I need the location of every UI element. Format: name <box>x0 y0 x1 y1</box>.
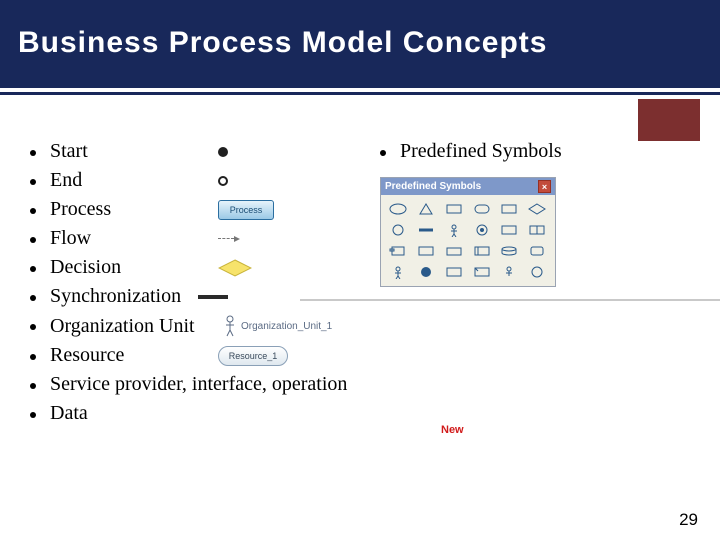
palette-item[interactable] <box>470 263 494 281</box>
list-item: Start <box>30 140 690 163</box>
bullet-icon <box>30 179 36 185</box>
bullet-icon <box>30 266 36 272</box>
list-item: End <box>30 169 690 192</box>
list-item: Synchronization <box>30 285 690 308</box>
new-label: New <box>441 424 464 436</box>
concept-label: End <box>50 169 210 192</box>
concept-label: Start <box>50 140 210 163</box>
bullet-icon <box>30 412 36 418</box>
palette-item[interactable] <box>525 242 549 260</box>
bullet-icon <box>30 237 36 243</box>
concept-list: Start End Process Process Flow Decision <box>30 140 690 431</box>
close-icon[interactable]: × <box>538 180 551 193</box>
palette-item[interactable] <box>414 221 438 239</box>
palette-item[interactable] <box>442 200 466 218</box>
palette-item[interactable] <box>497 263 521 281</box>
list-item: Decision <box>30 256 690 279</box>
palette-item[interactable] <box>414 263 438 281</box>
concept-label: Flow <box>50 227 210 250</box>
bullet-icon <box>30 383 36 389</box>
palette-grid <box>381 195 555 286</box>
palette-item[interactable] <box>525 221 549 239</box>
start-icon <box>218 147 228 157</box>
org-unit-label: Organization_Unit_1 <box>241 321 332 332</box>
list-item: Flow <box>30 227 690 250</box>
palette-item[interactable] <box>386 221 410 239</box>
org-unit-icon: Organization_Unit_1 <box>223 314 332 338</box>
list-item: Service provider, interface, operation <box>30 373 690 396</box>
page-number: 29 <box>679 510 698 530</box>
right-column: Predefined Symbols Predefined Symbols × <box>380 140 562 287</box>
list-item: Resource Resource_1 <box>30 344 690 367</box>
concept-label: Process <box>50 198 210 221</box>
concept-label: Resource <box>50 344 210 367</box>
slide-header: Business Process Model Concepts <box>0 0 720 92</box>
decision-diamond-icon <box>218 259 252 277</box>
predefined-heading-label: Predefined Symbols <box>400 140 562 163</box>
palette-item[interactable] <box>414 242 438 260</box>
list-item: Organization Unit Organization_Unit_1 <box>30 314 690 338</box>
resource-icon-label: Resource_1 <box>218 346 288 366</box>
palette-item[interactable] <box>470 200 494 218</box>
process-icon: Process <box>218 200 274 220</box>
bullet-icon <box>30 324 36 330</box>
palette-item[interactable] <box>442 221 466 239</box>
palette-item[interactable] <box>386 263 410 281</box>
palette-item[interactable] <box>470 242 494 260</box>
slide-title: Business Process Model Concepts <box>0 0 720 60</box>
concept-label: Organization Unit <box>50 315 215 338</box>
bullet-icon <box>380 150 386 156</box>
palette-header: Predefined Symbols × <box>381 178 555 195</box>
predefined-heading: Predefined Symbols <box>380 140 562 163</box>
bullet-icon <box>30 150 36 156</box>
bullet-icon <box>30 295 36 301</box>
sync-bar-icon <box>198 295 228 299</box>
palette-item[interactable] <box>386 200 410 218</box>
end-icon <box>218 176 228 186</box>
concept-label: Synchronization <box>50 285 190 308</box>
list-item: Data <box>30 402 690 425</box>
palette-item[interactable] <box>442 263 466 281</box>
symbol-palette: Predefined Symbols × <box>380 177 556 287</box>
bullet-icon <box>30 354 36 360</box>
palette-item[interactable] <box>525 200 549 218</box>
accent-block <box>638 99 700 141</box>
process-icon-label: Process <box>218 200 274 220</box>
palette-title: Predefined Symbols <box>385 181 481 192</box>
palette-item[interactable] <box>414 200 438 218</box>
palette-item[interactable] <box>442 242 466 260</box>
concept-label: Service provider, interface, operation <box>50 373 347 396</box>
concept-label: Data <box>50 402 210 425</box>
flow-arrow-icon <box>218 234 240 244</box>
palette-item[interactable] <box>497 200 521 218</box>
concept-label: Decision <box>50 256 210 279</box>
palette-item[interactable] <box>497 221 521 239</box>
palette-item[interactable] <box>525 263 549 281</box>
palette-item[interactable] <box>470 221 494 239</box>
palette-item[interactable] <box>386 242 410 260</box>
list-item: Process Process <box>30 198 690 221</box>
palette-item[interactable] <box>497 242 521 260</box>
resource-icon: Resource_1 <box>218 346 288 366</box>
bullet-icon <box>30 208 36 214</box>
